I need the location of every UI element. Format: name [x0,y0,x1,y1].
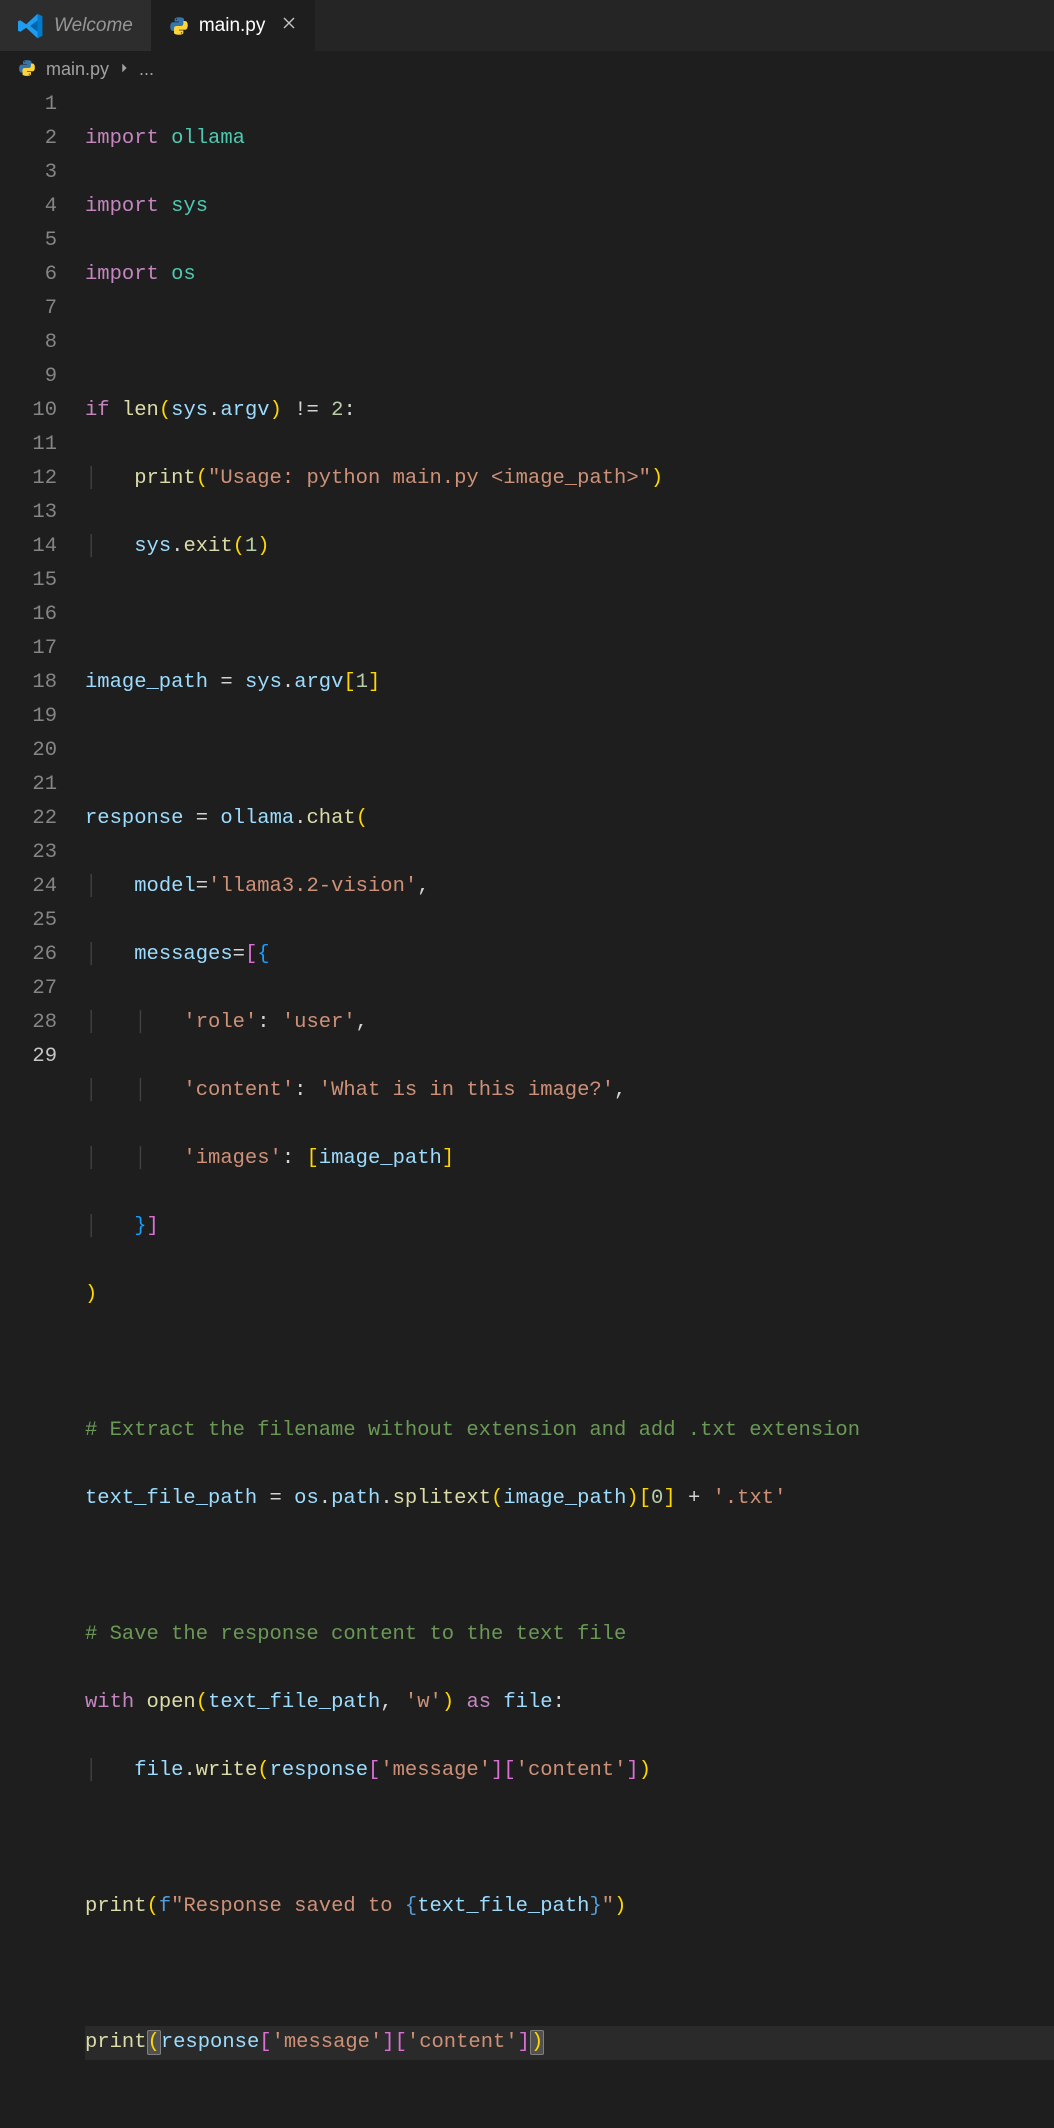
tab-welcome-label: Welcome [54,15,133,37]
tab-main-label: main.py [199,15,266,37]
breadcrumb[interactable]: main.py ... [0,52,1054,86]
tab-welcome[interactable]: Welcome [0,0,151,51]
tab-main-py[interactable]: main.py [151,0,316,51]
close-icon[interactable] [281,15,297,36]
chevron-right-icon [117,59,131,80]
breadcrumb-file: main.py [46,59,109,80]
line-number-gutter: 1234567891011121314151617181920212223242… [0,88,85,2128]
code-content[interactable]: import ollama import sys import os if le… [85,88,1054,2128]
vscode-icon [18,13,44,39]
breadcrumb-more: ... [139,59,154,80]
code-editor[interactable]: 1234567891011121314151617181920212223242… [0,86,1054,2128]
editor-tabs: Welcome main.py [0,0,1054,52]
python-icon [18,59,38,79]
python-icon [169,16,189,36]
